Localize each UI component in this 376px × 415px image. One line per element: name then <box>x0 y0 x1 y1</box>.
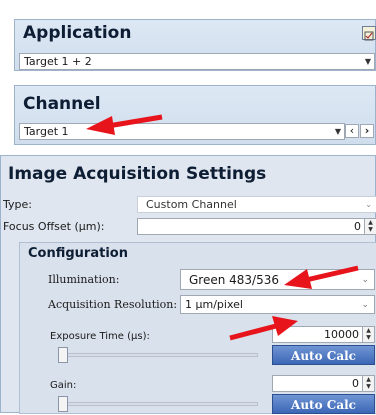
channel-title: Channel <box>23 94 101 114</box>
focus-offset-input[interactable]: 0 ▲ ▼ <box>137 218 376 235</box>
application-dropdown-value: Target 1 + 2 <box>24 55 92 68</box>
chevron-left-icon: ‹ <box>349 124 355 137</box>
exposure-slider-track[interactable] <box>58 353 258 357</box>
illumination-dropdown-value: Green 483/536 <box>189 273 280 287</box>
exposure-stepper[interactable]: ▲ ▼ <box>362 327 374 342</box>
focus-offset-value: 0 <box>354 220 361 233</box>
channel-next-button[interactable]: › <box>360 124 374 138</box>
exposure-auto-calc-button[interactable]: Auto Calc <box>272 345 375 365</box>
application-title: Application <box>23 23 132 43</box>
acquisition-title: Image Acquisition Settings <box>8 164 267 184</box>
exposure-input[interactable]: 10000 ▲ ▼ <box>272 326 375 343</box>
type-label: Type: <box>3 198 32 211</box>
configuration-title: Configuration <box>28 246 128 261</box>
application-dropdown[interactable]: Target 1 + 2 ▼ <box>19 53 375 70</box>
focus-offset-label: Focus Offset (µm): <box>3 220 105 233</box>
resolution-dropdown[interactable]: 1 µm/pixel ⌄ <box>180 295 375 314</box>
chevron-down-icon: ⌄ <box>361 300 369 310</box>
configuration-panel: Configuration Illumination: Green 483/53… <box>19 242 376 414</box>
gain-stepper[interactable]: ▲ ▼ <box>362 376 374 391</box>
chevron-down-icon: ⌄ <box>361 275 369 285</box>
chevron-down-icon: ▼ <box>334 127 341 136</box>
application-panel: Application Target 1 + 2 ▼ <box>14 19 376 71</box>
gain-input[interactable]: 0 ▲ ▼ <box>272 375 375 392</box>
channel-dropdown-value: Target 1 <box>24 125 69 138</box>
illumination-label: Illumination: <box>48 273 120 286</box>
gain-slider-thumb[interactable] <box>58 396 68 412</box>
acquisition-panel: Image Acquisition Settings Type: Custom … <box>0 155 376 414</box>
chevron-down-icon: ⌄ <box>365 200 372 209</box>
gain-auto-calc-button[interactable]: Auto Calc <box>272 394 375 414</box>
focus-offset-stepper[interactable]: ▲ ▼ <box>364 219 376 234</box>
gain-label: Gain: <box>50 380 77 391</box>
resolution-label: Acquisition Resolution: <box>48 298 178 311</box>
application-settings-icon[interactable] <box>362 26 376 41</box>
exposure-value: 10000 <box>324 328 359 341</box>
type-dropdown-value: Custom Channel <box>146 198 237 211</box>
gain-slider-track[interactable] <box>58 402 258 406</box>
illumination-dropdown[interactable]: Green 483/536 ⌄ <box>180 269 375 290</box>
type-dropdown[interactable]: Custom Channel ⌄ <box>137 196 376 213</box>
channel-dropdown[interactable]: Target 1 ▼ <box>19 123 345 140</box>
chevron-down-icon: ▼ <box>364 57 371 66</box>
exposure-label: Exposure Time (µs): <box>50 331 150 342</box>
gain-value: 0 <box>352 377 359 390</box>
exposure-slider-thumb[interactable] <box>58 347 68 363</box>
resolution-dropdown-value: 1 µm/pixel <box>185 298 243 311</box>
channel-panel: Channel Target 1 ▼ ‹ › <box>14 85 376 145</box>
channel-prev-button[interactable]: ‹ <box>345 124 359 138</box>
chevron-right-icon: › <box>364 124 370 137</box>
